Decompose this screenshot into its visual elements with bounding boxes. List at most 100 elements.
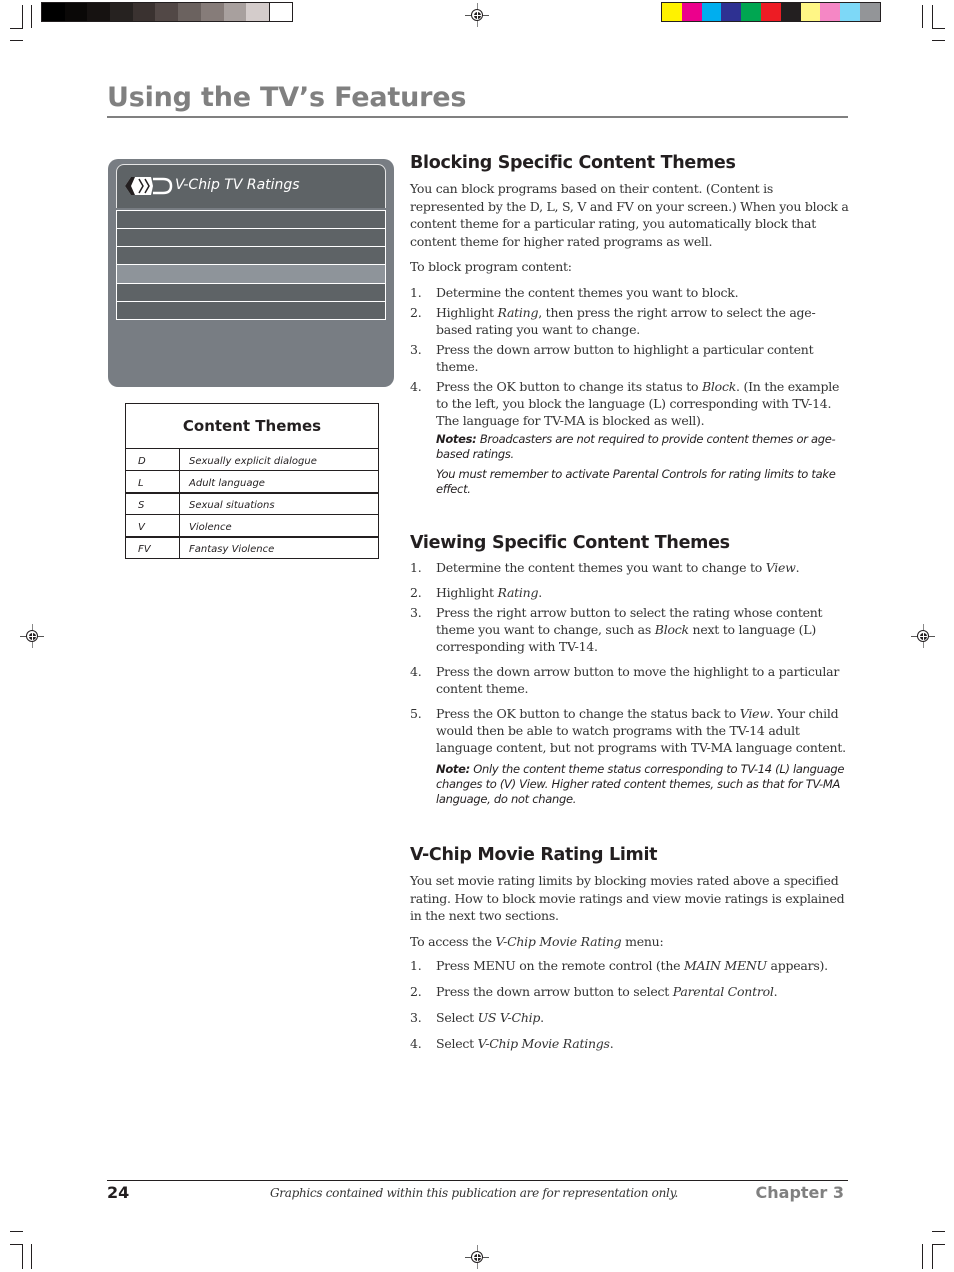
calibration-swatch (662, 3, 682, 21)
menu-row[interactable] (117, 301, 385, 319)
calibration-swatch (155, 3, 179, 21)
step-item: 2. Press the down arrow button to select … (410, 984, 778, 999)
crop-mark (31, 5, 32, 28)
grayscale-calibration-bar (41, 2, 293, 22)
calibration-swatch (741, 3, 761, 21)
blocking-section: Blocking Specific Content Themes You can… (410, 153, 850, 497)
theme-description: Fantasy Violence (179, 536, 379, 559)
step-item: 4. Select V-Chip Movie Ratings. (410, 1036, 614, 1051)
calibration-swatch (223, 3, 247, 21)
registration-mark-icon (465, 3, 489, 27)
menu-row[interactable] (117, 283, 385, 301)
step-item: 3. Press the right arrow button to select… (410, 605, 823, 654)
step-number: 2. (410, 585, 422, 600)
menu-row[interactable] (117, 228, 385, 246)
movie-lead: To access the V-Chip Movie Rating menu: (410, 933, 664, 949)
step-number: 2. (410, 304, 422, 320)
blocking-note: Notes: Broadcasters are not required to … (436, 431, 836, 461)
menu-row-highlighted[interactable] (117, 264, 385, 283)
theme-code: V (125, 514, 180, 538)
note-label: Notes: (436, 431, 477, 446)
crop-mark (932, 5, 933, 28)
theme-code: L (125, 470, 180, 494)
calibration-swatch (200, 3, 224, 21)
calibration-swatch (42, 3, 65, 21)
footer-disclaimer: Graphics contained within this publicati… (270, 1186, 678, 1200)
crop-mark (10, 28, 23, 29)
menu-row[interactable] (117, 246, 385, 264)
table-title: Content Themes (125, 403, 379, 449)
step-number: 4. (410, 1036, 422, 1051)
crop-mark (932, 1244, 933, 1269)
calibration-swatch (780, 3, 801, 21)
content-themes-table: Content Themes D Sexually explicit dialog… (125, 403, 379, 559)
calibration-swatch (110, 3, 133, 21)
calibration-swatch (178, 3, 201, 21)
crop-mark (922, 5, 923, 28)
theme-description: Sexual situations (179, 492, 379, 515)
note-label: Note: (436, 762, 470, 776)
crop-mark (22, 5, 23, 28)
blocking-lead: To block program content: (410, 259, 572, 274)
color-calibration-bar (661, 2, 881, 22)
step-item: 1. Determine the content themes you want … (410, 284, 739, 300)
step-item: 3. Select US V-Chip. (410, 1010, 544, 1025)
movie-steps: 1. Press MENU on the remote control (the … (410, 957, 850, 1052)
calibration-swatch (132, 3, 156, 21)
theme-code: FV (125, 536, 180, 559)
step-item: 2. Highlight Rating. (410, 585, 542, 600)
crop-mark (10, 40, 23, 41)
step-number: 3. (410, 605, 422, 620)
theme-description: Sexually explicit dialogue (179, 448, 379, 471)
movie-section: V-Chip Movie Rating Limit You set movie … (410, 845, 850, 1052)
menu-row[interactable] (117, 210, 385, 228)
step-number: 1. (410, 958, 422, 973)
calibration-swatch (820, 3, 841, 21)
calibration-swatch (64, 3, 88, 21)
step-item: 4. Press the OK button to change its stat… (410, 378, 840, 428)
calibration-swatch (681, 3, 702, 21)
blocking-steps: 1. Determine the content themes you want … (410, 284, 850, 429)
title-rule (107, 116, 848, 118)
viewing-steps: 1. Determine the content themes you want … (410, 559, 850, 756)
table-row: D Sexually explicit dialogue (125, 448, 379, 471)
section-heading: Blocking Specific Content Themes (410, 153, 736, 173)
calibration-swatch (760, 3, 781, 21)
theme-code: S (125, 492, 180, 515)
blocking-intro: You can block programs based on their co… (410, 181, 849, 249)
crop-mark (932, 1244, 945, 1245)
table-row: FV Fantasy Violence (125, 536, 379, 559)
step-item: 4. Press the down arrow button to move th… (410, 664, 840, 696)
section-heading: Viewing Specific Content Themes (410, 533, 730, 553)
step-number: 4. (410, 664, 422, 679)
crop-mark (10, 1231, 23, 1232)
step-number: 1. (410, 560, 422, 575)
calibration-swatch (721, 3, 742, 21)
step-number: 2. (410, 984, 422, 999)
registration-mark-icon (465, 1245, 489, 1269)
crop-mark (932, 40, 945, 41)
calibration-swatch (859, 3, 880, 21)
step-number: 4. (410, 378, 422, 394)
step-item: 1. Determine the content themes you want … (410, 560, 800, 575)
menu-rows (116, 210, 386, 320)
crop-mark (922, 1244, 923, 1269)
vchip-tv-ratings-menu: V-Chip TV Ratings (108, 159, 394, 387)
step-number: 3. (410, 1010, 422, 1025)
calibration-swatch (268, 3, 292, 21)
step-number: 1. (410, 284, 422, 300)
menu-title: V-Chip TV Ratings (175, 177, 300, 193)
crop-mark (932, 1231, 945, 1232)
calibration-swatch (87, 3, 111, 21)
crop-mark (31, 1244, 32, 1269)
movie-intro: You set movie rating limits by blocking … (410, 873, 845, 923)
theme-code: D (125, 448, 180, 471)
step-item: 3. Press the down arrow button to highlig… (410, 341, 814, 374)
crop-mark (932, 28, 945, 29)
calibration-swatch (701, 3, 722, 21)
footer-rule (107, 1180, 848, 1181)
step-item: 5. Press the OK button to change the stat… (410, 706, 846, 755)
table-row: V Violence (125, 514, 379, 538)
step-item: 2. Highlight Rating, then press the right… (410, 304, 816, 337)
registration-mark-icon (911, 624, 935, 648)
